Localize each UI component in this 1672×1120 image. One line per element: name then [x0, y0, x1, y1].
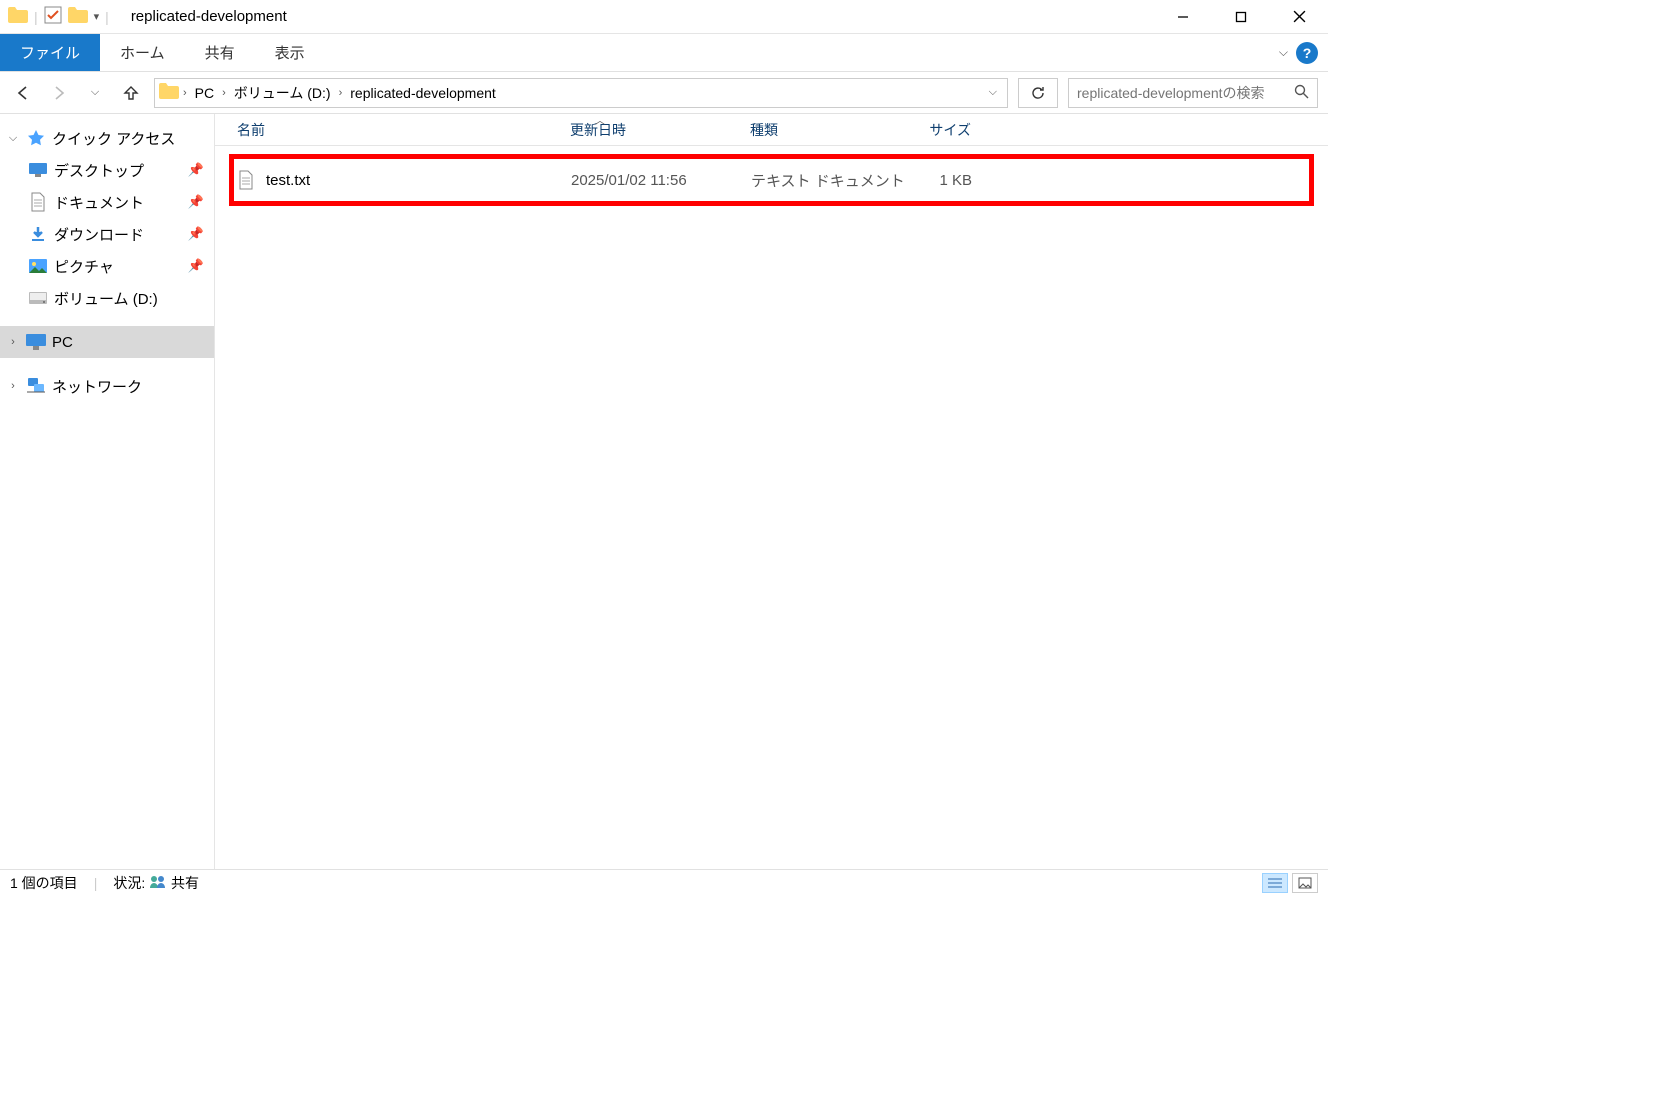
chevron-right-icon[interactable]: ›	[6, 380, 20, 392]
tab-file[interactable]: ファイル	[0, 34, 100, 71]
tree-label: クイック アクセス	[52, 128, 214, 149]
tree-quick-access[interactable]: ⌵ クイック アクセス	[0, 122, 214, 154]
tree-label: PC	[52, 334, 214, 351]
highlighted-annotation: test.txt 2025/01/02 11:56 テキスト ドキュメント 1 …	[229, 154, 1314, 206]
breadcrumb-item[interactable]: ボリューム (D:)	[230, 81, 335, 105]
pin-icon: 📌	[188, 226, 204, 242]
tree-label: ネットワーク	[52, 376, 214, 397]
up-button[interactable]	[118, 80, 144, 106]
recent-dropdown-icon[interactable]: ⌵	[82, 80, 108, 106]
breadcrumb-item[interactable]: replicated-development	[346, 83, 500, 103]
tab-share[interactable]: 共有	[185, 34, 255, 71]
pin-icon: 📌	[188, 162, 204, 178]
item-count: 1 個の項目	[10, 873, 78, 893]
tree-label: ボリューム (D:)	[54, 288, 214, 309]
chevron-right-icon[interactable]: ›	[6, 336, 20, 348]
quick-access-toolbar: | ▾ | replicated-development	[0, 6, 287, 27]
column-size[interactable]: サイズ	[905, 120, 985, 140]
pc-icon	[26, 332, 46, 352]
titlebar: | ▾ | replicated-development	[0, 0, 1328, 34]
star-icon	[26, 128, 46, 148]
network-icon	[26, 376, 46, 396]
refresh-button[interactable]	[1018, 78, 1058, 108]
folder-icon	[68, 7, 88, 26]
status-state: 状況: 共有	[113, 873, 199, 893]
folder-icon	[8, 7, 28, 26]
chevron-right-icon[interactable]: ›	[339, 87, 343, 99]
search-icon[interactable]	[1294, 84, 1309, 102]
tree-label: デスクトップ	[54, 160, 182, 181]
share-icon	[149, 875, 171, 891]
address-bar[interactable]: › PC › ボリューム (D:) › replicated-developme…	[154, 78, 1008, 108]
file-row[interactable]: test.txt 2025/01/02 11:56 テキスト ドキュメント 1 …	[238, 165, 1305, 195]
navbar: ⌵ › PC › ボリューム (D:) › replicated-develop…	[0, 72, 1328, 114]
download-icon	[28, 224, 48, 244]
maximize-button[interactable]	[1212, 0, 1270, 34]
pin-icon: 📌	[188, 194, 204, 210]
thumbnails-view-button[interactable]	[1292, 873, 1318, 893]
tree-documents[interactable]: ドキュメント 📌	[0, 186, 214, 218]
tree-downloads[interactable]: ダウンロード 📌	[0, 218, 214, 250]
chevron-right-icon[interactable]: ›	[183, 87, 187, 99]
tree-label: ピクチャ	[54, 256, 182, 277]
tree-pc[interactable]: › PC	[0, 326, 214, 358]
forward-button[interactable]	[46, 80, 72, 106]
tab-home[interactable]: ホーム	[100, 34, 185, 71]
window-title: replicated-development	[131, 8, 287, 25]
column-type[interactable]: 種類	[750, 120, 905, 140]
picture-icon	[28, 256, 48, 276]
search-input[interactable]	[1077, 85, 1294, 101]
statusbar: 1 個の項目 | 状況: 共有	[0, 869, 1328, 896]
content-pane: ︿ 名前 更新日時 種類 サイズ test.txt 2025/01/02 11:…	[215, 114, 1328, 869]
navigation-pane: ⌵ クイック アクセス デスクトップ 📌 ドキュメント 📌 ダウンロード	[0, 114, 215, 869]
tab-view[interactable]: 表示	[255, 34, 325, 71]
tree-network[interactable]: › ネットワーク	[0, 370, 214, 402]
tree-label: ドキュメント	[54, 192, 182, 213]
file-date: 2025/01/02 11:56	[571, 172, 751, 189]
close-button[interactable]	[1270, 0, 1328, 34]
qat-dropdown-icon[interactable]: ▾	[94, 10, 100, 23]
details-view-button[interactable]	[1262, 873, 1288, 893]
column-headers: 名前 更新日時 種類 サイズ	[215, 114, 1328, 146]
column-name[interactable]: 名前	[237, 120, 570, 140]
search-box[interactable]	[1068, 78, 1318, 108]
tree-label: ダウンロード	[54, 224, 182, 245]
file-size: 1 KB	[906, 172, 986, 189]
file-list: test.txt 2025/01/02 11:56 テキスト ドキュメント 1 …	[215, 146, 1328, 869]
ribbon: ファイル ホーム 共有 表示 ⌵ ?	[0, 34, 1328, 72]
chevron-down-icon[interactable]: ⌵	[6, 132, 20, 145]
text-file-icon	[238, 170, 266, 190]
pin-icon: 📌	[188, 258, 204, 274]
address-dropdown-icon[interactable]: ⌵	[983, 86, 1003, 99]
drive-icon	[28, 288, 48, 308]
tree-pictures[interactable]: ピクチャ 📌	[0, 250, 214, 282]
chevron-right-icon[interactable]: ›	[222, 87, 226, 99]
folder-icon	[159, 83, 179, 102]
ribbon-collapse-icon[interactable]: ⌵	[1279, 45, 1288, 60]
tree-desktop[interactable]: デスクトップ 📌	[0, 154, 214, 186]
document-icon	[28, 192, 48, 212]
minimize-button[interactable]	[1154, 0, 1212, 34]
sort-indicator-icon: ︿	[595, 112, 605, 127]
checkbox-icon[interactable]	[44, 6, 62, 27]
back-button[interactable]	[10, 80, 36, 106]
file-type: テキスト ドキュメント	[751, 170, 906, 191]
file-name: test.txt	[266, 172, 571, 189]
breadcrumb: › PC › ボリューム (D:) › replicated-developme…	[183, 81, 979, 105]
help-icon[interactable]: ?	[1296, 42, 1318, 64]
tree-volume-d[interactable]: ボリューム (D:)	[0, 282, 214, 314]
window-controls	[1154, 0, 1328, 34]
breadcrumb-item[interactable]: PC	[191, 83, 218, 103]
desktop-icon	[28, 160, 48, 180]
